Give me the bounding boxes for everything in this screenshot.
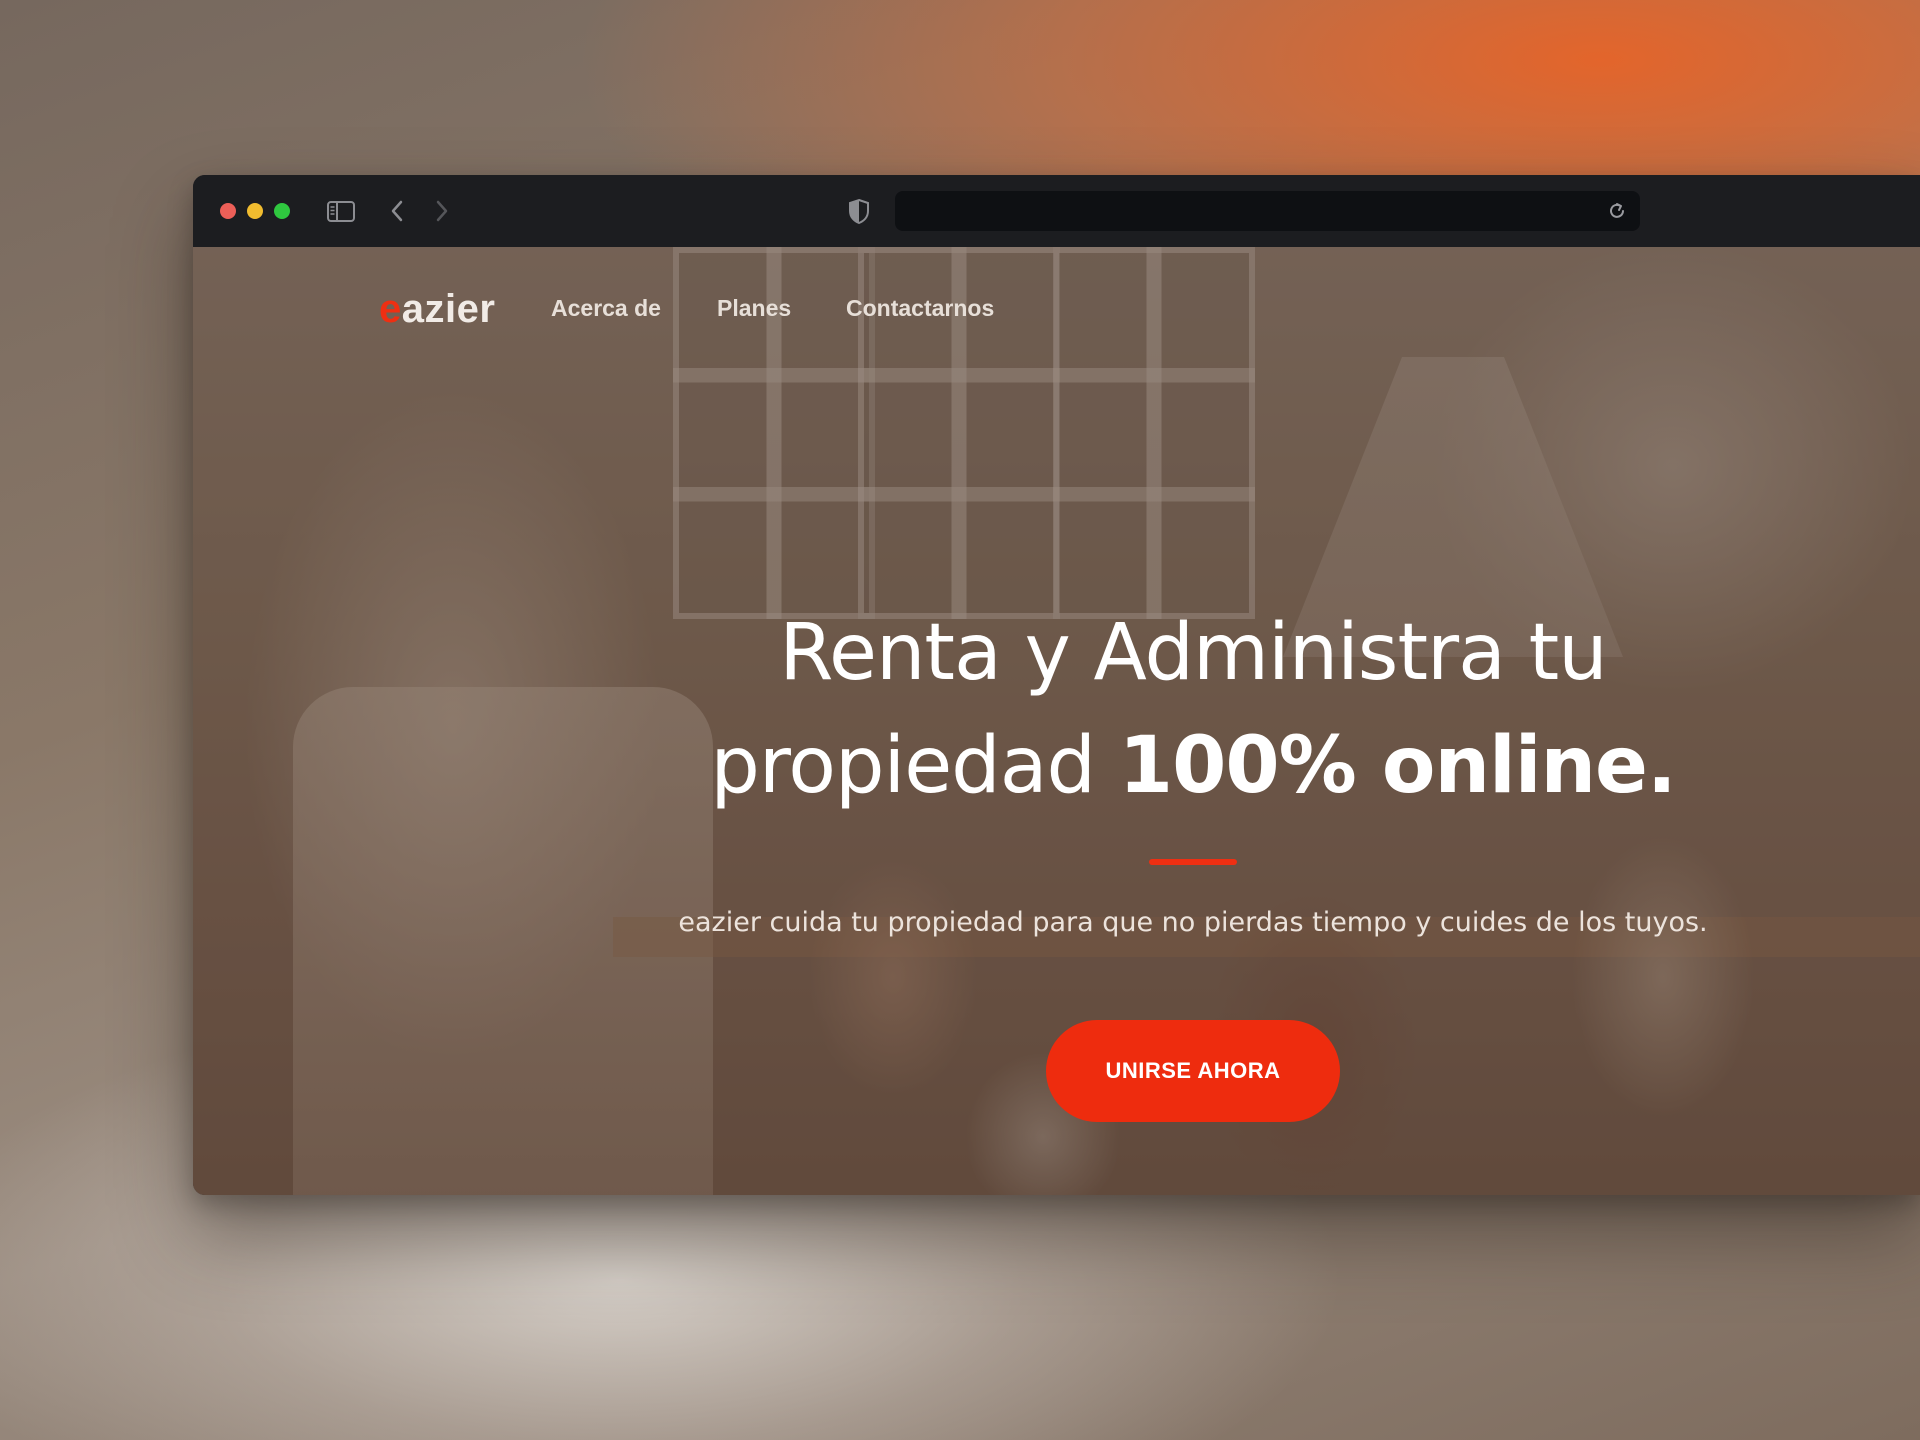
- forward-icon[interactable]: [429, 195, 453, 227]
- hero-title: Renta y Administra tu propiedad 100% onl…: [663, 597, 1723, 823]
- hero-section: Renta y Administra tu propiedad 100% onl…: [663, 597, 1723, 1122]
- minimize-window-button[interactable]: [247, 203, 263, 219]
- nav-link-plans[interactable]: Planes: [717, 295, 791, 322]
- page-viewport: eazier Acerca de Planes Contactarnos Ren…: [193, 247, 1920, 1195]
- hero-subtitle: eazier cuida tu propiedad para que no pi…: [678, 907, 1708, 938]
- site-nav: eazier Acerca de Planes Contactarnos: [193, 247, 1920, 367]
- sidebar-icon[interactable]: [326, 195, 356, 227]
- browser-toolbar: [193, 175, 1920, 249]
- hero-title-emphasis: 100% online.: [1118, 721, 1677, 811]
- logo-text: azier: [401, 287, 496, 331]
- browser-window: eazier Acerca de Planes Contactarnos Ren…: [193, 175, 1920, 1195]
- address-bar[interactable]: [895, 191, 1640, 231]
- join-now-button[interactable]: UNIRSE AHORA: [1046, 1020, 1340, 1122]
- nav-link-contact[interactable]: Contactarnos: [846, 295, 994, 322]
- close-window-button[interactable]: [220, 203, 236, 219]
- logo-accent-letter: e: [379, 287, 402, 331]
- shield-icon[interactable]: [847, 195, 871, 227]
- hero-accent-divider: [1149, 859, 1237, 865]
- back-icon[interactable]: [386, 195, 410, 227]
- site-logo[interactable]: eazier: [379, 287, 495, 332]
- reload-icon[interactable]: [1606, 199, 1628, 223]
- zoom-window-button[interactable]: [274, 203, 290, 219]
- nav-link-about[interactable]: Acerca de: [551, 295, 661, 322]
